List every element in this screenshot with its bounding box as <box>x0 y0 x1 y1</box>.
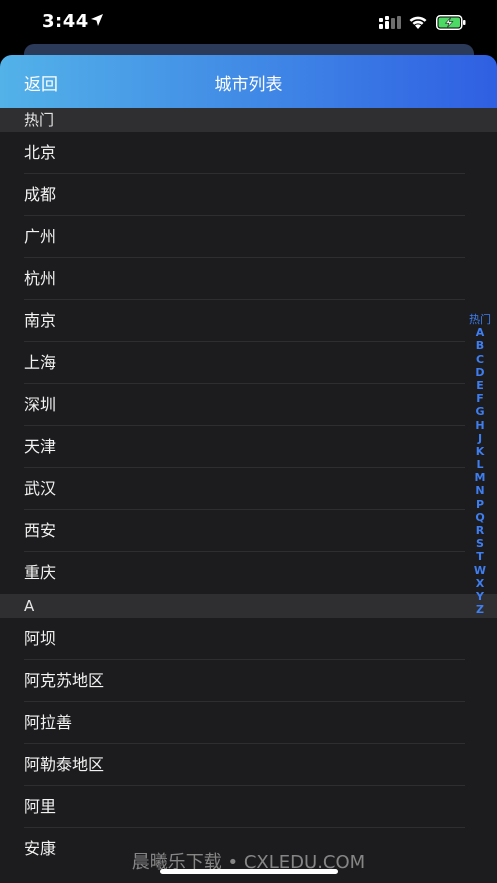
index-item[interactable]: M <box>467 471 493 484</box>
city-row[interactable]: 杭州 <box>0 258 497 300</box>
index-item[interactable]: 热门 <box>467 313 493 326</box>
city-list: 热门 北京 成都 广州 杭州 南京 上海 深圳 天津 武汉 西安 重庆 A 阿坝 阿克苏地区 阿拉善 阿勒泰地区… <box>0 108 497 870</box>
city-name: 杭州 <box>24 269 57 288</box>
city-row[interactable]: 阿克苏地区 <box>0 660 497 702</box>
section-header: 热门 <box>0 108 497 132</box>
index-item[interactable]: Q <box>467 511 493 524</box>
city-row[interactable]: 天津 <box>0 426 497 468</box>
index-item[interactable]: A <box>467 326 493 339</box>
city-row[interactable]: 重庆 <box>0 552 497 594</box>
city-row[interactable]: 广州 <box>0 216 497 258</box>
index-item[interactable]: H <box>467 419 493 432</box>
index-item[interactable]: N <box>467 484 493 497</box>
city-row[interactable]: 南京 <box>0 300 497 342</box>
screen: 3:44 返回 城市列表 热门 北京 成都 广州 杭州南京 上海 深圳 天津 武… <box>0 0 497 883</box>
index-item[interactable]: Y <box>467 590 493 603</box>
alphabet-index[interactable]: 热门 A B C D E F G H J K L M N P Q R S T W X Y Z <box>467 313 493 616</box>
index-item[interactable]: F <box>467 392 493 405</box>
city-name: 广州 <box>24 227 57 246</box>
city-name: 北京 <box>24 143 57 162</box>
section-header: A <box>0 594 497 618</box>
nav-bar: 返回 城市列表 <box>0 55 497 108</box>
index-item[interactable]: Z <box>467 603 493 616</box>
city-row[interactable]: 北京 <box>0 132 497 174</box>
city-name: 重庆 <box>24 563 57 582</box>
city-row[interactable]: 阿里 <box>0 786 497 828</box>
city-row[interactable]: 西安 <box>0 510 497 552</box>
city-name: 深圳 <box>24 395 57 414</box>
city-name: 天津 <box>24 437 57 456</box>
index-item[interactable]: K <box>467 445 493 458</box>
city-row[interactable]: 成都 <box>0 174 497 216</box>
index-item[interactable]: R <box>467 524 493 537</box>
home-indicator[interactable] <box>160 869 338 874</box>
city-name: 阿里 <box>24 797 57 816</box>
city-row[interactable]: 深圳 <box>0 384 497 426</box>
index-item[interactable]: G <box>467 405 493 418</box>
city-row[interactable]: 武汉 <box>0 468 497 510</box>
location-arrow-icon <box>91 14 103 26</box>
city-row[interactable]: 阿坝 <box>0 618 497 660</box>
city-name: 阿拉善 <box>24 713 73 732</box>
city-name: 阿坝 <box>24 629 57 648</box>
index-item[interactable]: L <box>467 458 493 471</box>
city-name: 成都 <box>24 185 57 204</box>
page-title: 城市列表 <box>214 75 283 95</box>
wifi-icon <box>409 16 427 29</box>
city-name: 西安 <box>24 521 57 540</box>
signal-icon <box>379 16 401 29</box>
index-item[interactable]: P <box>467 498 493 511</box>
index-item[interactable]: E <box>467 379 493 392</box>
index-item[interactable]: C <box>467 353 493 366</box>
city-row[interactable]: 阿勒泰地区 <box>0 744 497 786</box>
city-row[interactable]: 阿拉善 <box>0 702 497 744</box>
index-item[interactable]: J <box>467 432 493 445</box>
status-bar: 3:44 <box>0 0 497 44</box>
city-name: 阿克苏地区 <box>24 671 105 690</box>
city-name: 上海 <box>24 353 57 372</box>
index-item[interactable]: S <box>467 537 493 550</box>
index-item[interactable]: D <box>467 366 493 379</box>
index-item[interactable]: X <box>467 577 493 590</box>
city-name: 武汉 <box>24 479 57 498</box>
battery-charging-icon <box>436 15 466 30</box>
city-list-sheet: 返回 城市列表 热门 北京 成都 广州 杭州 南京 上海 深圳 天津 武汉 西安 重庆 A 阿坝 阿克苏地区… <box>0 55 497 883</box>
index-item[interactable]: B <box>467 339 493 352</box>
city-row[interactable]: 上海 <box>0 342 497 384</box>
status-time: 3:44 <box>42 11 89 32</box>
index-item[interactable]: W <box>467 564 493 577</box>
index-item[interactable]: T <box>467 550 493 563</box>
city-name: 南京 <box>24 311 57 330</box>
city-name: 阿勒泰地区 <box>24 755 105 774</box>
